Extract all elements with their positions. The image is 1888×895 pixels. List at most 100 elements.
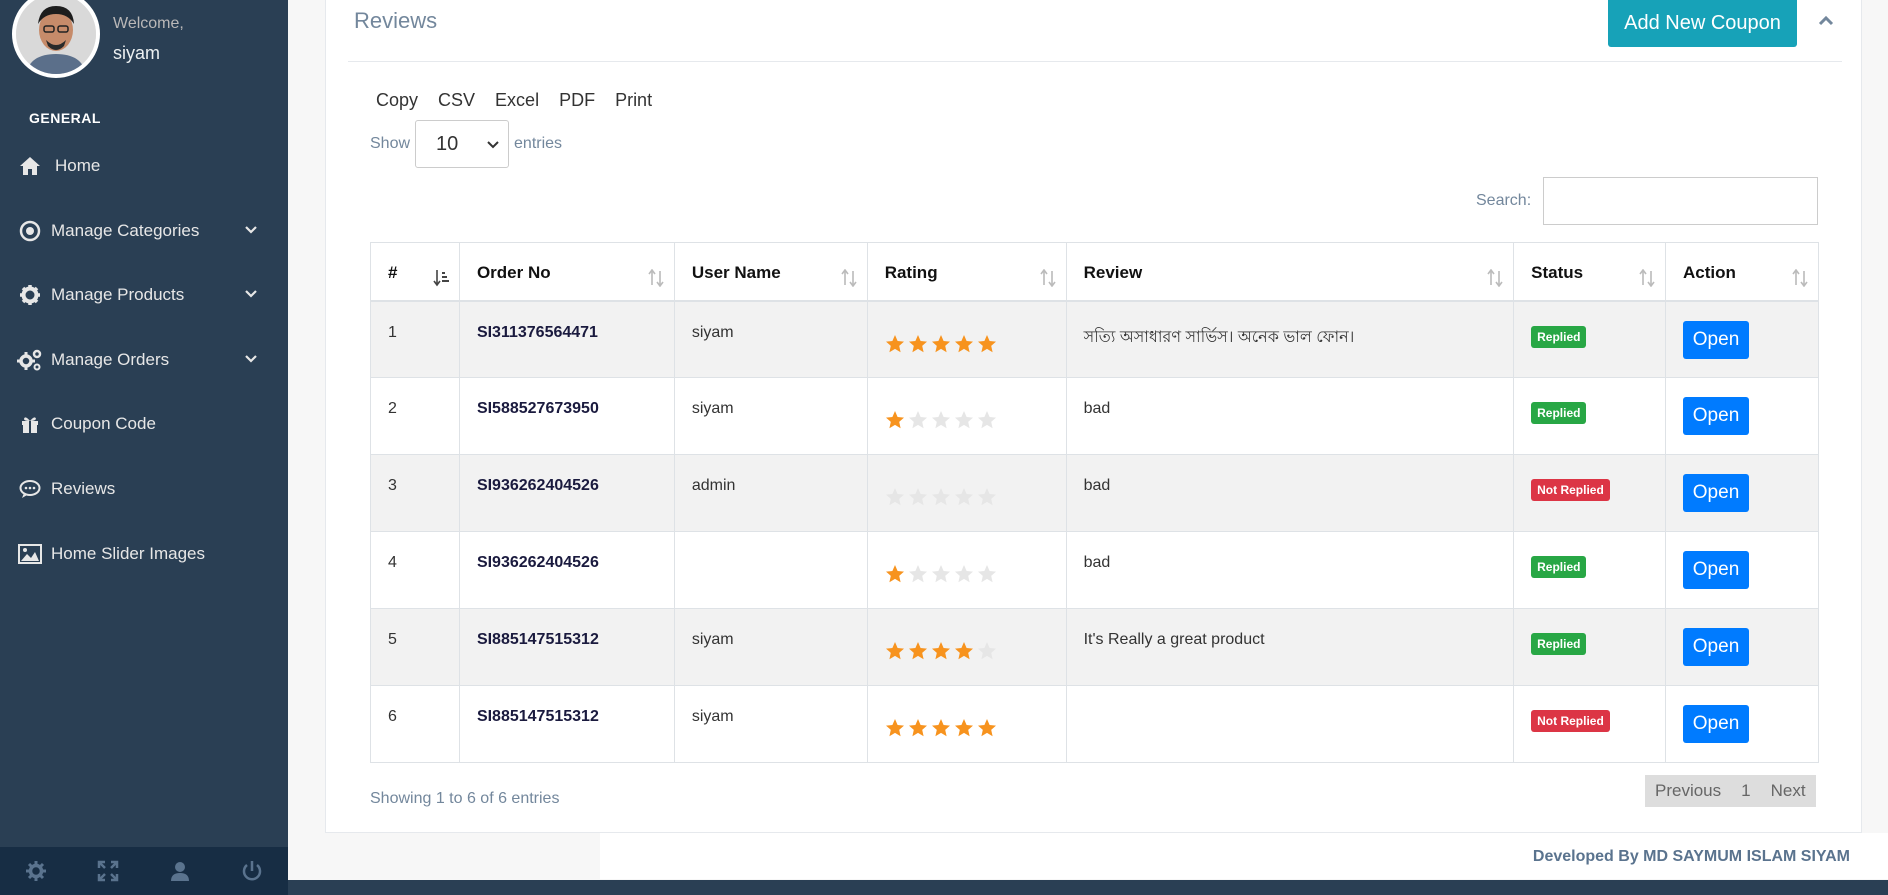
sort-icon [841, 269, 857, 287]
status-cell: Not Replied [1513, 685, 1667, 763]
print-button[interactable]: Print [605, 90, 662, 111]
profile: Welcome, siyam [0, 0, 288, 80]
column-header-number[interactable]: # [370, 242, 460, 302]
status-cell: Replied [1513, 531, 1667, 609]
star-filled-icon [908, 642, 927, 660]
user-name-cell: siyam [673, 300, 868, 378]
open-button[interactable]: Open [1683, 705, 1750, 743]
avatar[interactable] [12, 0, 100, 78]
table-row: 6 SI885147515312 siyam Not Replied Open [370, 685, 1819, 763]
sidebar-item-coupon-code[interactable]: Coupon Code [0, 398, 288, 450]
sidebar-item-label: Home Slider Images [51, 544, 206, 563]
bullseye-icon [17, 218, 43, 244]
column-header-rating[interactable]: Rating [866, 242, 1067, 302]
status-badge: Replied [1531, 633, 1587, 655]
image-icon [17, 541, 43, 567]
column-label: Action [1683, 263, 1736, 282]
star-filled-icon [931, 719, 950, 737]
settings-icon[interactable] [0, 847, 72, 895]
open-button[interactable]: Open [1683, 320, 1750, 359]
open-button[interactable]: Open [1683, 628, 1750, 666]
excel-button[interactable]: Excel [485, 90, 549, 111]
reviews-panel: Reviews Add New Coupon Copy CSV Excel PD… [325, 0, 1862, 833]
open-button[interactable]: Open [1683, 397, 1750, 435]
user-name-cell-text: admin [691, 477, 736, 494]
status-cell: Replied [1513, 608, 1667, 686]
table-row: 2 SI588527673950 siyam bad Replied Open [370, 377, 1819, 455]
sidebar-item-reviews[interactable]: Reviews [0, 463, 288, 515]
star-empty-icon [977, 488, 996, 506]
next-page-button[interactable]: Next [1761, 781, 1816, 801]
export-buttons: Copy CSV Excel PDF Print [376, 90, 662, 111]
star-filled-icon [885, 411, 904, 429]
chevron-down-icon [244, 352, 258, 366]
column-label: User Name [691, 263, 781, 282]
user-name-cell-text: siyam [691, 708, 734, 725]
fullscreen-icon[interactable] [72, 847, 144, 895]
sidebar-item-manage-products[interactable]: Manage Products [0, 269, 288, 321]
action-cell: Open [1665, 685, 1819, 763]
star-rating [885, 641, 1049, 661]
column-header-user-name[interactable]: User Name [673, 242, 868, 302]
csv-button[interactable]: CSV [428, 90, 485, 111]
column-header-action[interactable]: Action [1665, 242, 1819, 302]
table-row: 3 SI936262404526 admin bad Not Replied Open [370, 454, 1819, 532]
open-button[interactable]: Open [1683, 474, 1750, 512]
order-no-cell-text: SI885147515312 [476, 708, 599, 725]
add-new-coupon-button[interactable]: Add New Coupon [1608, 0, 1797, 47]
gears-icon [17, 347, 43, 373]
search-input[interactable] [1543, 177, 1818, 225]
row-number-cell: 6 [370, 685, 460, 763]
pagination: Previous 1 Next [1645, 775, 1816, 807]
review-cell: It's Really a great product [1065, 608, 1515, 686]
sidebar-item-home-slider-images[interactable]: Home Slider Images [0, 528, 288, 580]
sidebar-item-label: Manage Products [51, 285, 185, 304]
power-icon[interactable] [216, 847, 288, 895]
user-icon[interactable] [144, 847, 216, 895]
star-empty-icon [908, 565, 927, 583]
copy-button[interactable]: Copy [376, 90, 428, 111]
star-empty-icon [885, 488, 904, 506]
sidebar-item-manage-orders[interactable]: Manage Orders [0, 334, 288, 386]
row-number-cell-text: 6 [388, 708, 397, 725]
order-no-cell-text: SI936262404526 [476, 477, 599, 494]
star-empty-icon [977, 565, 996, 583]
sidebar-item-manage-categories[interactable]: Manage Categories [0, 205, 288, 257]
entries-select[interactable]: 10 [415, 120, 510, 168]
table-body: 1 SI311376564471 siyam সত্যি অসাধারণ সার্ভি… [370, 300, 1819, 763]
star-filled-icon [885, 719, 904, 737]
review-cell: bad [1065, 377, 1515, 455]
column-header-review[interactable]: Review [1065, 242, 1515, 302]
star-filled-icon [954, 334, 973, 352]
chevron-down-icon [244, 223, 258, 237]
status-badge: Replied [1531, 402, 1587, 424]
chevron-down-icon [487, 141, 499, 149]
column-label: Review [1083, 263, 1143, 282]
pdf-button[interactable]: PDF [549, 90, 605, 111]
review-cell-text: bad [1083, 477, 1111, 494]
star-empty-icon [931, 488, 950, 506]
order-no-cell-text: SI885147515312 [476, 631, 599, 648]
rating-cell [866, 608, 1067, 686]
bottom-strip [288, 880, 1888, 895]
page-1-button[interactable]: 1 [1731, 781, 1760, 801]
panel-divider [348, 61, 1842, 62]
reviews-table: # Order No User Name Rating Review Statu… [370, 242, 1819, 763]
column-header-status[interactable]: Status [1513, 242, 1667, 302]
sidebar-item-home[interactable]: Home [0, 140, 288, 192]
open-button[interactable]: Open [1683, 551, 1750, 589]
action-cell: Open [1665, 300, 1819, 378]
sidebar-item-label: Home [55, 156, 101, 175]
column-header-order-no[interactable]: Order No [458, 242, 675, 302]
user-name-cell: admin [673, 454, 868, 532]
show-label: Show [370, 135, 411, 152]
review-cell: bad [1065, 531, 1515, 609]
order-no-cell-text: SI936262404526 [476, 554, 599, 571]
page-title: Reviews [354, 8, 438, 33]
star-empty-icon [954, 411, 973, 429]
menu-section-title: GENERAL [29, 110, 101, 126]
rating-cell [866, 377, 1067, 455]
table-row: 5 SI885147515312 siyam It's Really a great … [370, 608, 1819, 686]
chevron-up-icon[interactable] [1813, 8, 1839, 34]
previous-page-button[interactable]: Previous [1645, 781, 1731, 801]
